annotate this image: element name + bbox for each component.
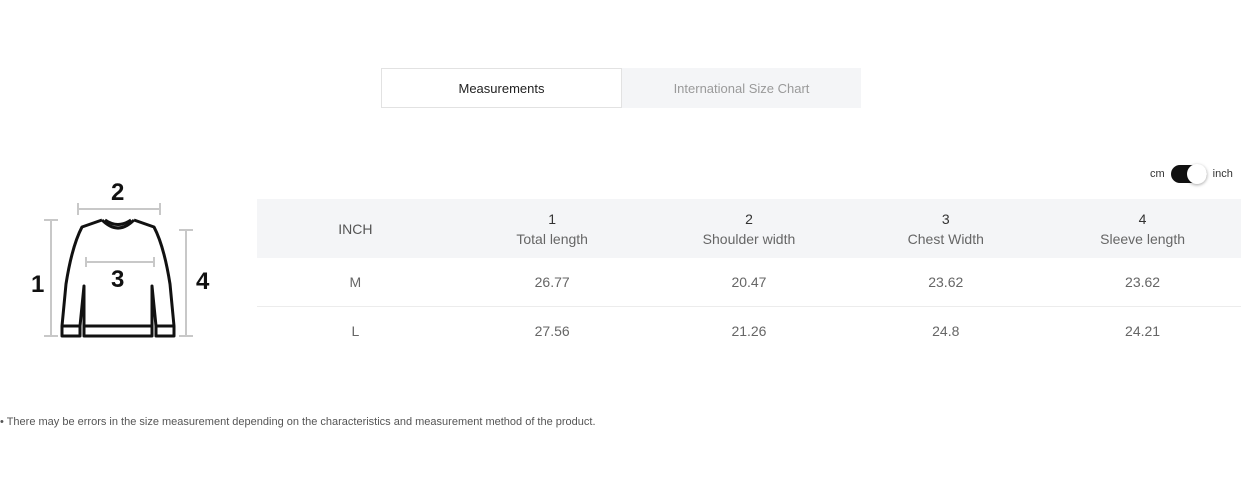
value-cell: 24.21	[1125, 323, 1161, 339]
tab-international-size-chart[interactable]: International Size Chart	[622, 68, 861, 108]
sweatshirt-icon	[44, 203, 193, 338]
col-number: 3	[941, 210, 950, 227]
value-cell: 20.47	[650, 258, 848, 307]
value-cell: 26.77	[453, 258, 651, 307]
tab-measurements[interactable]: Measurements	[381, 68, 622, 108]
diagram-label-3: 3	[111, 266, 125, 293]
table-header-row: INCH 1 Total length 2 Shoulder width 3 C…	[257, 199, 1241, 258]
value-cell: 23.62	[1044, 258, 1241, 307]
unit-cm-label: cm	[1150, 168, 1165, 180]
sweatshirt-diagram: 1 2 3 4	[28, 176, 228, 346]
col-number: 4	[1138, 210, 1147, 227]
value-cell: 27.56	[534, 323, 570, 339]
size-table: INCH 1 Total length 2 Shoulder width 3 C…	[257, 199, 1241, 355]
table-row: M 26.77 20.47 23.62 23.62	[257, 258, 1241, 307]
switch-knob	[1186, 164, 1207, 184]
unit-inch-label: inch	[1212, 168, 1233, 180]
diagram-label-4: 4	[196, 268, 210, 295]
unit-toggle: cm inch	[1150, 164, 1233, 184]
col-number: 2	[745, 210, 753, 227]
measurement-note: • There may be errors in the size measur…	[0, 416, 596, 428]
size-tabs: Measurements International Size Chart	[381, 68, 861, 108]
col-number: 1	[548, 210, 557, 227]
value-cell: 23.62	[847, 258, 1045, 307]
col-label: Sleeve length	[1100, 230, 1185, 247]
col-total-length: 1 Total length	[453, 199, 651, 258]
table-row: L 27.56 21.26 24.8 24.21	[257, 307, 1241, 356]
unit-header: INCH	[257, 199, 454, 258]
value-cell: 24.8	[932, 323, 960, 339]
size-cell: M	[257, 258, 454, 307]
size-cell: L	[351, 323, 360, 339]
col-chest-width: 3 Chest Width	[847, 199, 1045, 258]
value-cell: 21.26	[731, 323, 767, 339]
unit-switch[interactable]	[1170, 164, 1207, 184]
col-shoulder-width: 2 Shoulder width	[650, 199, 848, 258]
col-label: Total length	[516, 230, 588, 247]
col-label: Shoulder width	[702, 230, 796, 247]
diagram-label-1: 1	[31, 271, 45, 298]
diagram-label-2: 2	[111, 179, 125, 206]
col-label: Chest Width	[907, 230, 984, 247]
col-sleeve-length: 4 Sleeve length	[1044, 199, 1241, 258]
